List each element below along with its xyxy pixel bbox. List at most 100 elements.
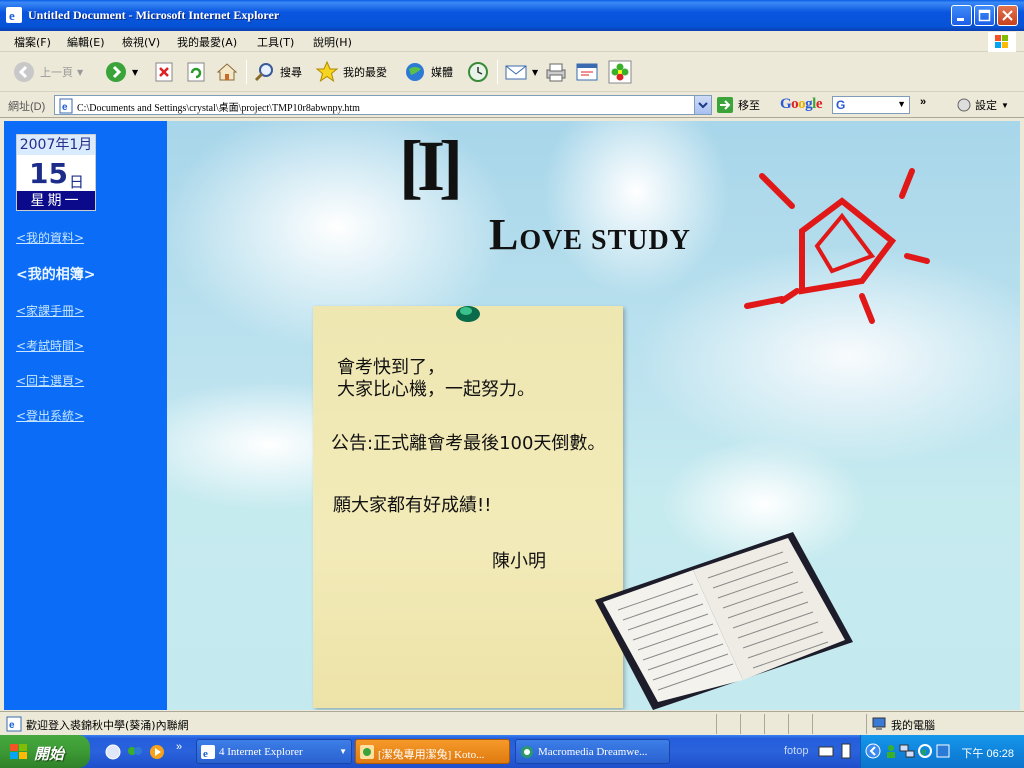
home-button[interactable]: [215, 59, 239, 85]
settings-button[interactable]: 設定 ▼: [957, 97, 1009, 113]
stop-button[interactable]: [153, 59, 175, 85]
nav-exam-time[interactable]: <考試時間>: [16, 337, 84, 354]
search-icon: [254, 63, 273, 82]
keyboard-icon[interactable]: [818, 744, 834, 758]
favorites-label: 我的最愛: [343, 66, 387, 79]
refresh-button[interactable]: [185, 59, 207, 85]
star-icon: [315, 60, 339, 83]
svg-text:e: e: [62, 102, 68, 113]
maximize-icon: [978, 9, 991, 22]
calendar-year-month: 2007年1月: [17, 135, 95, 155]
tray-expand-icon[interactable]: [865, 743, 881, 759]
quicklaunch-more-icon[interactable]: »: [176, 741, 182, 753]
mail-button[interactable]: ▼: [504, 59, 538, 85]
nav-my-profile[interactable]: <我的資料>: [16, 229, 84, 246]
tray-user-icon[interactable]: [883, 743, 899, 759]
history-button[interactable]: [466, 59, 490, 85]
quicklaunch-show-desktop-icon[interactable]: [104, 743, 122, 761]
address-bar: 網址(D) e C:\Documents and Settings\crysta…: [0, 92, 1024, 118]
taskbar-item-koto[interactable]: [潔兔專用潔兔] Koto...: [355, 739, 510, 764]
search-button[interactable]: 搜尋: [252, 59, 302, 85]
google-dropdown-icon[interactable]: ▼: [897, 99, 906, 109]
nav-my-album[interactable]: <我的相簿>: [16, 264, 95, 284]
window-titlebar[interactable]: e Untitled Document - Microsoft Internet…: [0, 0, 1024, 31]
close-button[interactable]: [997, 5, 1018, 26]
media-label: 媒體: [431, 66, 453, 79]
settings-label: 設定: [975, 100, 997, 112]
printer-icon: [546, 63, 566, 82]
forward-dropdown-icon[interactable]: ▼: [132, 68, 138, 77]
menu-view[interactable]: 檢視(V): [122, 34, 160, 50]
calendar-day-suffix: 日: [69, 174, 85, 191]
favorites-button[interactable]: 我的最愛: [315, 59, 387, 85]
menu-tools[interactable]: 工具(T): [257, 34, 294, 50]
taskbar-item-dreamweaver[interactable]: Macromedia Dreamwe...: [515, 739, 670, 764]
messenger-button[interactable]: [608, 59, 632, 85]
input-method-icon[interactable]: [840, 742, 852, 760]
tray-network-icon[interactable]: [899, 743, 915, 759]
back-arrow-icon: [14, 62, 34, 82]
page-status-icon: e: [6, 716, 22, 732]
zone-label: 我的電腦: [891, 720, 935, 732]
chevron-down-icon: [698, 102, 708, 109]
nav-homework-book[interactable]: <家課手冊>: [16, 302, 84, 319]
nav-main-menu[interactable]: <回主選頁>: [16, 372, 84, 389]
address-dropdown-button[interactable]: [694, 96, 711, 114]
calendar-widget: 2007年1月 15 日 星期一: [16, 134, 96, 211]
task-group-dropdown-icon: ▼: [339, 747, 347, 756]
refresh-icon: [187, 62, 205, 82]
note-line-3: 公告:正式離會考最後100天倒數。: [331, 433, 606, 454]
page-icon: e: [59, 98, 73, 114]
back-dropdown-icon[interactable]: ▼: [77, 68, 83, 77]
taskbar-item-koto-label: [潔兔專用潔兔] Koto...: [378, 749, 485, 761]
address-input[interactable]: e C:\Documents and Settings\crystal\桌面\p…: [54, 95, 712, 115]
fotop-label: fotop: [784, 745, 809, 757]
minimize-button[interactable]: [951, 5, 972, 26]
taskbar: 開始 » e 4 Internet Explorer ▼ [潔兔專用潔兔] Ko…: [0, 735, 1024, 768]
stop-icon: [155, 62, 173, 82]
settings-dropdown-icon: ▼: [1001, 100, 1009, 110]
forward-arrow-icon: [106, 62, 126, 82]
ie-task-icon: e: [201, 745, 215, 759]
media-icon: [406, 63, 424, 81]
clock: 下午 06:28: [961, 748, 1014, 760]
go-button[interactable]: 移至: [716, 96, 760, 114]
quicklaunch-media-player-icon[interactable]: [148, 743, 166, 761]
print-button[interactable]: [544, 59, 568, 85]
home-icon: [216, 63, 238, 81]
menu-help[interactable]: 說明(H): [313, 34, 352, 50]
menu-file[interactable]: 檔案(F): [14, 34, 51, 50]
tray-app-icon[interactable]: [935, 743, 951, 759]
tray-ie-icon[interactable]: e: [917, 743, 933, 759]
windows-logo-icon: [988, 32, 1016, 52]
page-content: 2007年1月 15 日 星期一 <我的資料> <我的相簿> <家課手冊> <考…: [4, 121, 1020, 710]
edit-button[interactable]: [575, 59, 599, 85]
love-study-heading: LOVE STUDY: [489, 209, 691, 260]
chevron-more-icon[interactable]: »: [920, 96, 926, 108]
back-button[interactable]: 上一頁 ▼: [12, 59, 83, 85]
maximize-button[interactable]: [974, 5, 995, 26]
headline-cap: L: [489, 210, 520, 259]
start-button[interactable]: 開始: [0, 735, 90, 768]
messenger-flower-icon: [608, 60, 632, 84]
open-book-image: [595, 532, 853, 710]
quicklaunch-messenger-icon[interactable]: [126, 743, 144, 761]
calendar-weekday: 星期一: [17, 191, 95, 210]
system-tray: e 下午 06:28: [860, 735, 1024, 768]
menu-favorites[interactable]: 我的最愛(A): [177, 34, 237, 50]
security-zone: 我的電腦: [866, 714, 1022, 734]
menu-bar: 檔案(F) 編輯(E) 檢視(V) 我的最愛(A) 工具(T) 說明(H): [0, 31, 1024, 52]
nav-logout[interactable]: <登出系統>: [16, 407, 84, 424]
google-search-input[interactable]: G ▼: [832, 96, 910, 114]
menu-edit[interactable]: 編輯(E): [67, 34, 105, 50]
my-computer-icon: [872, 717, 886, 730]
ie-icon: e: [6, 7, 22, 23]
note-line-4: 願大家都有好成績!!: [333, 495, 492, 516]
mail-dropdown-icon[interactable]: ▼: [532, 68, 538, 77]
forward-button[interactable]: ▼: [104, 59, 138, 85]
address-value: C:\Documents and Settings\crystal\桌面\pro…: [77, 103, 360, 114]
taskbar-item-ie[interactable]: e 4 Internet Explorer ▼: [196, 739, 352, 764]
history-icon: [468, 62, 488, 82]
main-banner: [I] LOVE STUDY 會考快到了， 大家比心機，一起努力。 公告:正式離…: [167, 121, 1020, 710]
media-button[interactable]: 媒體: [403, 59, 453, 85]
